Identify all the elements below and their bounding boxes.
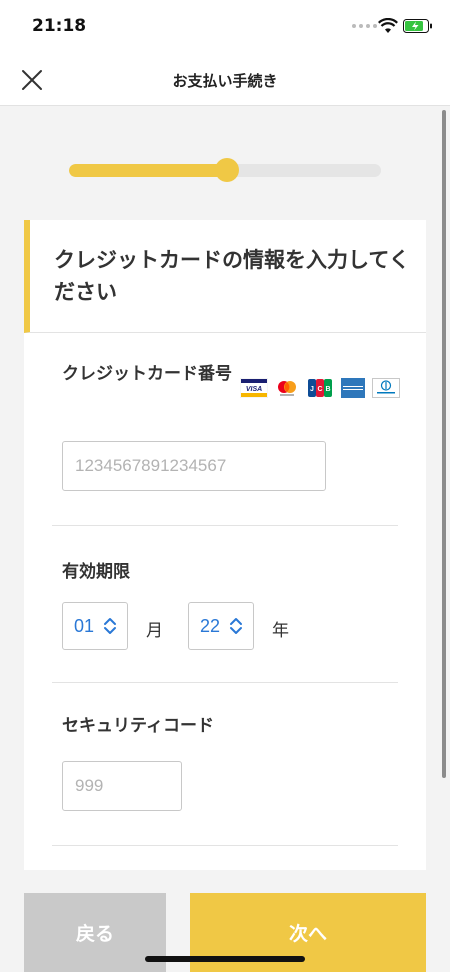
svg-text:J: J [310, 386, 314, 393]
diners-club-icon [372, 378, 400, 398]
year-unit-label: 年 [272, 621, 289, 641]
jcb-icon: J C B [308, 379, 332, 397]
divider [52, 525, 398, 526]
credit-card-form: クレジットカードの情報を入力してください クレジットカード番号 VISA J C… [24, 220, 426, 870]
scrollbar[interactable] [442, 110, 446, 778]
form-title: クレジットカードの情報を入力してください [54, 248, 410, 304]
progress-knob [214, 158, 239, 182]
chevron-updown-icon [104, 618, 116, 634]
card-brands: VISA J C B [240, 378, 400, 398]
divider [52, 682, 398, 683]
mastercard-icon [278, 381, 296, 396]
wifi-icon [378, 18, 398, 33]
american-express-icon [341, 378, 365, 398]
security-code-label: セキュリティコード [62, 716, 214, 736]
page-title: お支払い手続き [172, 72, 278, 90]
visa-icon: VISA [240, 378, 268, 398]
month-unit-label: 月 [146, 621, 163, 641]
form-title-section: クレジットカードの情報を入力してください [24, 220, 426, 333]
expiry-year-select[interactable]: 22 [188, 602, 254, 650]
header: お支払い手続き [0, 54, 450, 106]
status-bar: 21:18 [0, 0, 450, 54]
expiry-month-select[interactable]: 01 [62, 602, 128, 650]
signal-dots-icon [352, 24, 377, 28]
card-number-label: クレジットカード番号 [62, 364, 232, 384]
progress-fill [69, 164, 227, 177]
svg-text:B: B [325, 386, 330, 393]
card-number-input[interactable] [62, 441, 326, 491]
home-indicator [145, 956, 305, 962]
chevron-updown-icon [230, 618, 242, 634]
expiry-year-value: 22 [200, 616, 221, 636]
expiry-month-value: 01 [74, 616, 95, 636]
svg-text:C: C [317, 386, 322, 393]
status-time: 21:18 [32, 16, 87, 36]
payment-screen: 21:18 お支払い手続き クレジットカードの情報を入力してください クレジット… [0, 0, 450, 972]
battery-icon [403, 19, 432, 33]
security-code-input[interactable] [62, 761, 182, 811]
expiry-label: 有効期限 [62, 562, 130, 582]
divider [52, 845, 398, 846]
svg-text:VISA: VISA [246, 386, 262, 393]
